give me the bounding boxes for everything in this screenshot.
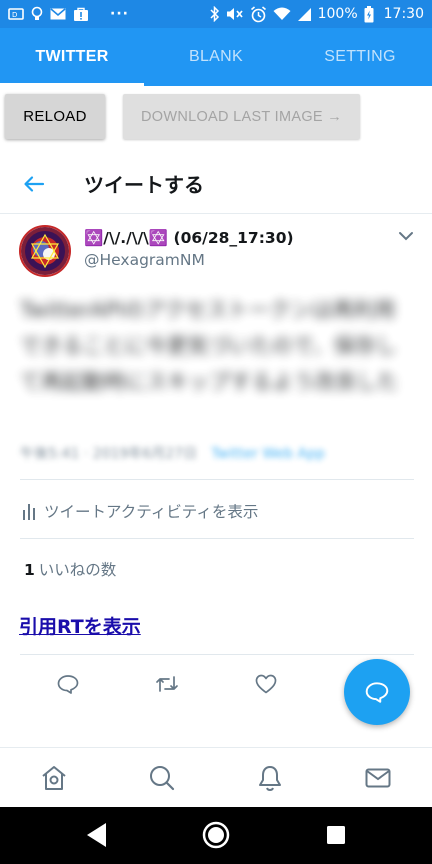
divider	[20, 538, 414, 539]
recents-square-icon[interactable]	[327, 826, 345, 844]
likes-count[interactable]: 1 いいねの数	[24, 558, 116, 580]
tweet-activity-label: ツイートアクティビティを表示	[44, 503, 259, 521]
wifi-icon	[273, 6, 291, 22]
signal-icon	[297, 6, 312, 22]
reply-icon[interactable]	[56, 672, 80, 696]
divider	[20, 479, 414, 480]
tab-twitter[interactable]: TWITTER	[0, 28, 144, 86]
reload-button[interactable]: RELOAD	[5, 94, 105, 139]
clock: 17:30	[383, 6, 424, 22]
bar-chart-icon	[23, 504, 35, 520]
tab-bar: TWITTER BLANK SETTING	[0, 28, 432, 86]
back-arrow-icon[interactable]	[22, 172, 46, 196]
like-heart-icon[interactable]	[254, 672, 278, 696]
bluetooth-icon	[210, 6, 220, 22]
tweet-author-handle[interactable]: @HexagramNM	[84, 251, 205, 269]
battery-icon	[364, 5, 374, 22]
tweet-meta: 午後5:41 · 2019年6月27日 Twitter Web App	[20, 443, 415, 463]
bottom-nav	[0, 747, 432, 807]
home-circle-icon[interactable]	[202, 821, 230, 849]
tab-blank[interactable]: BLANK	[144, 28, 288, 86]
bag-icon	[73, 6, 89, 22]
compose-reply-button[interactable]	[344, 659, 410, 725]
chat-bubble-icon	[365, 682, 389, 703]
back-triangle-icon[interactable]	[86, 822, 108, 848]
page-title: ツイートする	[84, 173, 204, 197]
quote-retweets-link[interactable]: 引用RTを表示	[19, 612, 141, 639]
retweet-icon[interactable]	[155, 672, 179, 696]
gmail-icon	[50, 6, 66, 22]
likes-number: 1	[24, 561, 35, 579]
divider	[20, 654, 414, 655]
action-bar: RELOAD DOWNLOAD LAST IMAGE →	[0, 86, 432, 152]
home-icon[interactable]	[40, 764, 68, 792]
download-last-image-button[interactable]: DOWNLOAD LAST IMAGE →	[123, 94, 360, 139]
more-icon: ···	[110, 6, 129, 22]
chevron-down-icon[interactable]	[398, 230, 414, 242]
battery-percent: 100%	[317, 6, 358, 22]
tweet-source-link[interactable]: Twitter Web App	[211, 446, 325, 462]
android-nav-bar	[0, 807, 432, 864]
status-bar: D ··· 100% 17:30	[0, 0, 432, 28]
mute-icon	[226, 6, 244, 22]
tab-setting[interactable]: SETTING	[288, 28, 432, 86]
tweet-author-name[interactable]: ✡️/\/./\/\✡️ (06/28_17:30)	[84, 229, 294, 247]
messages-envelope-icon[interactable]	[364, 764, 392, 792]
tweet-text: TwitterAPIのアクセストークンは再利用できることに今更気づいたので、保存…	[20, 298, 398, 394]
lightbulb-icon	[31, 6, 43, 22]
tweet-timestamp: 午後5:41 · 2019年6月27日	[20, 446, 198, 462]
tv-icon: D	[8, 6, 24, 22]
search-icon[interactable]	[148, 764, 176, 792]
svg-text:D: D	[12, 11, 17, 19]
web-header: ツイートする	[0, 152, 432, 214]
tweet-activity-link[interactable]: ツイートアクティビティを表示	[22, 500, 258, 522]
likes-label: いいねの数	[38, 561, 117, 579]
notifications-bell-icon[interactable]	[256, 764, 284, 792]
avatar[interactable]	[19, 225, 71, 277]
alarm-icon	[250, 5, 267, 22]
